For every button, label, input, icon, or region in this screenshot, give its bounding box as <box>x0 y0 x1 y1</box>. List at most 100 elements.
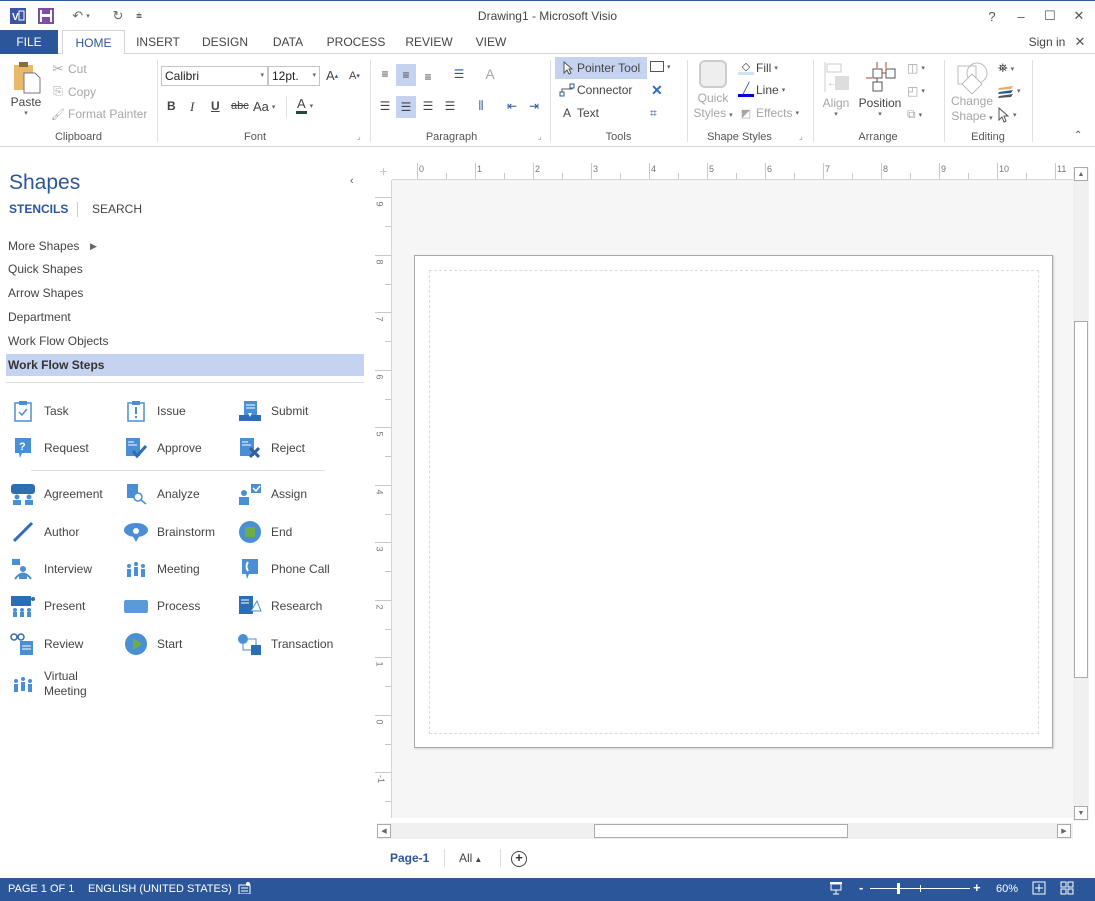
grow-font-button[interactable]: A ▴ <box>326 68 338 83</box>
stencil-arrow-shapes[interactable]: Arrow Shapes <box>6 282 364 304</box>
decrease-indent-icon[interactable]: ⇤ <box>503 96 521 116</box>
align-top-button[interactable]: ≡ <box>376 64 394 84</box>
paragraph-dialog-launcher-icon[interactable]: ⌟ <box>538 132 542 141</box>
tab-design[interactable]: DESIGN <box>198 30 252 54</box>
underline-button[interactable]: U <box>211 99 220 113</box>
presentation-mode-icon[interactable] <box>829 881 843 898</box>
shape-analyze[interactable]: Analyze <box>123 481 200 507</box>
shape-issue[interactable]: Issue <box>123 398 186 424</box>
rectangle-tool-button[interactable]: ▾ <box>650 61 671 72</box>
stencil-work-flow-objects[interactable]: Work Flow Objects <box>6 330 364 352</box>
change-case-button[interactable]: Aa ▾ <box>253 99 275 114</box>
ruler-origin-icon[interactable]: + <box>375 163 392 180</box>
shape-submit[interactable]: Submit <box>237 398 308 424</box>
scroll-down-button[interactable]: ▼ <box>1074 806 1088 820</box>
scroll-left-button[interactable]: ◀ <box>377 824 391 838</box>
page-indicator[interactable]: PAGE 1 OF 1 <box>8 883 74 895</box>
vertical-ruler[interactable]: 9 8 7 6 5 4 3 2 1 0 -1 <box>375 180 392 818</box>
effects-button[interactable]: ◩ Effects ▾ <box>738 106 799 120</box>
change-shape-button[interactable]: Change Shape ▾ <box>949 60 995 128</box>
align-center-button[interactable]: ☰ <box>396 96 416 118</box>
justify-button[interactable]: ☰ <box>441 96 459 116</box>
connection-point-icon[interactable]: ⌗ <box>650 106 657 121</box>
group-icon[interactable]: ⧉ ▾ <box>907 107 922 122</box>
find-binoculars-icon[interactable]: ⛯ ▾ <box>998 61 1014 76</box>
minimize-button[interactable]: – <box>1010 7 1032 25</box>
scroll-right-button[interactable]: ▶ <box>1057 824 1071 838</box>
help-button[interactable]: ? <box>981 7 1003 25</box>
close-ribbon-icon[interactable]: ✕ <box>1070 30 1090 54</box>
zoom-level[interactable]: 60% <box>996 883 1018 895</box>
tab-insert[interactable]: INSERT <box>133 30 183 54</box>
shape-review[interactable]: Review <box>10 631 83 657</box>
bring-forward-icon[interactable]: ◫ ▾ <box>907 61 925 75</box>
language-indicator[interactable]: ENGLISH (UNITED STATES) <box>88 883 232 895</box>
close-button[interactable]: ✕ <box>1068 7 1090 25</box>
tab-review[interactable]: REVIEW <box>403 30 455 54</box>
quick-styles-button[interactable]: Quick Styles ▾ <box>692 60 734 128</box>
tab-data[interactable]: DATA <box>268 30 308 54</box>
shape-author[interactable]: Author <box>10 519 79 545</box>
zoom-slider-thumb[interactable] <box>897 883 900 894</box>
tab-process[interactable]: PROCESS <box>325 30 387 54</box>
shape-brainstorm[interactable]: Brainstorm <box>123 519 215 545</box>
connector-tool-button[interactable]: Connector <box>559 83 632 97</box>
shape-request[interactable]: ? Request <box>10 435 89 461</box>
font-name-combo[interactable]: Calibri ▾ <box>161 66 268 86</box>
shape-reject[interactable]: Reject <box>237 435 305 461</box>
stencil-more-shapes[interactable]: More Shapes ▶ <box>6 235 364 257</box>
horizontal-scroll-thumb[interactable] <box>594 824 848 838</box>
font-color-button[interactable]: A ▾ <box>296 97 313 114</box>
cut-button[interactable]: ✂ Cut <box>50 61 87 77</box>
shape-process[interactable]: Process <box>123 593 200 619</box>
bold-button[interactable]: B <box>167 99 176 113</box>
shape-agreement[interactable]: Agreement <box>10 481 103 507</box>
italic-button[interactable]: I <box>190 99 194 115</box>
stencil-work-flow-steps[interactable]: Work Flow Steps <box>6 354 364 376</box>
stencils-tab[interactable]: STENCILS <box>9 202 68 216</box>
layers-icon[interactable]: ▾ <box>998 84 1021 98</box>
text-block-icon[interactable]: ⫼ <box>472 96 490 116</box>
shape-research[interactable]: Research <box>237 593 322 619</box>
zoom-in-button[interactable]: + <box>973 880 981 895</box>
send-backward-icon[interactable]: ◰ ▾ <box>907 84 925 98</box>
shape-virtual-meeting[interactable]: Virtual Meeting <box>10 667 87 701</box>
paste-button[interactable]: Paste ▾ <box>8 60 44 128</box>
macro-record-icon[interactable] <box>238 882 251 897</box>
switch-windows-icon[interactable] <box>1060 881 1074 898</box>
position-button[interactable]: Position ▾ <box>857 60 903 128</box>
format-painter-button[interactable]: 🖌 Format Painter <box>50 107 147 121</box>
text-tool-button[interactable]: A Text <box>561 106 599 120</box>
font-dialog-launcher-icon[interactable]: ⌟ <box>357 132 361 141</box>
copy-button[interactable]: ⎘ Copy <box>50 84 96 99</box>
shape-interview[interactable]: Interview <box>10 556 92 582</box>
zoom-out-button[interactable]: - <box>859 880 863 895</box>
fill-button[interactable]: ◇ Fill ▾ <box>738 61 778 75</box>
collapse-ribbon-icon[interactable]: ⌃ <box>1074 130 1082 141</box>
vertical-scroll-thumb[interactable] <box>1074 321 1088 678</box>
drawing-page[interactable] <box>414 255 1053 748</box>
align-left-button[interactable]: ☰ <box>376 96 394 116</box>
text-direction-icon[interactable]: A <box>481 64 499 84</box>
shape-end[interactable]: End <box>237 519 292 545</box>
increase-indent-icon[interactable]: ⇥ <box>525 96 543 116</box>
shape-start[interactable]: Start <box>123 631 182 657</box>
pointer-tool-button[interactable]: Pointer Tool <box>555 57 647 79</box>
tab-file[interactable]: FILE <box>0 30 58 54</box>
fit-page-icon[interactable] <box>1032 881 1046 898</box>
align-bottom-button[interactable]: ≡ <box>419 67 437 87</box>
shape-meeting[interactable]: Meeting <box>123 556 200 582</box>
shape-assign[interactable]: Assign <box>237 481 307 507</box>
horizontal-ruler[interactable]: 0 1 2 3 4 5 6 7 8 9 10 11 <box>392 163 1085 180</box>
shape-present[interactable]: Present <box>10 593 85 619</box>
shrink-font-button[interactable]: A ▾ <box>349 70 360 82</box>
add-page-button[interactable]: + <box>511 851 527 867</box>
align-middle-button[interactable]: ≡ <box>396 64 416 86</box>
align-right-button[interactable]: ☰ <box>419 96 437 116</box>
sign-in-link[interactable]: Sign in <box>1025 30 1069 54</box>
font-size-combo[interactable]: 12pt. ▾ <box>268 66 320 86</box>
select-arrow-icon[interactable]: ▾ <box>998 107 1017 123</box>
stencil-department[interactable]: Department <box>6 306 364 328</box>
line-button[interactable]: ╱ Line ▾ <box>738 83 785 97</box>
shape-approve[interactable]: Approve <box>123 435 202 461</box>
